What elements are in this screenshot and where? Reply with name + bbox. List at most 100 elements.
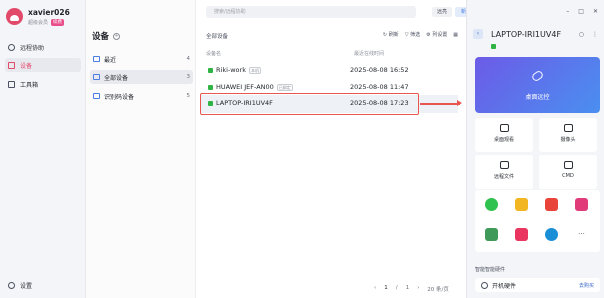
wechat-icon[interactable] bbox=[485, 198, 498, 211]
left-nav: xavier026 超级会员 续费 远程协助 设备 工具箱 设置 bbox=[0, 0, 86, 298]
list-header: 全部设备 bbox=[206, 34, 229, 40]
more-menu-icon[interactable]: ⋮ bbox=[592, 31, 598, 38]
col-header-time: 最近在线时间 bbox=[354, 51, 385, 57]
page-separator: / bbox=[395, 285, 398, 291]
groups-title-text: 设备 bbox=[92, 32, 110, 42]
group-item-code[interactable]: 识别码设备 5 bbox=[90, 89, 193, 103]
columns-icon: ⚙ bbox=[426, 31, 431, 38]
eye-icon bbox=[499, 124, 509, 132]
nav-item-settings[interactable]: 设置 bbox=[5, 278, 81, 292]
window-controls: – □ ✕ bbox=[566, 8, 598, 15]
add-group-icon[interactable]: + bbox=[113, 32, 121, 40]
nav-item-devices[interactable]: 设备 bbox=[5, 58, 81, 72]
monitor-icon bbox=[93, 56, 100, 62]
total-pages: 1 bbox=[405, 285, 410, 291]
file-icon bbox=[499, 161, 509, 169]
connect-icon bbox=[8, 43, 15, 51]
grid-view-icon[interactable]: ▦ bbox=[453, 31, 458, 38]
minimize-icon[interactable]: – bbox=[566, 8, 569, 15]
folder-icon[interactable] bbox=[515, 198, 528, 211]
list-toolbar: ↻ 刷新 ▽ 筛选 ⚙ 列设置 ▦ bbox=[382, 31, 458, 39]
columns-button[interactable]: ⚙ 列设置 bbox=[426, 31, 448, 39]
current-page: 1 bbox=[384, 285, 388, 291]
id-card-icon bbox=[93, 93, 100, 99]
filter-button[interactable]: ▽ 筛选 bbox=[404, 31, 421, 39]
terminal-icon bbox=[563, 161, 573, 169]
filter-icon: ▽ bbox=[404, 31, 409, 38]
chevron-left-icon: ‹ bbox=[476, 30, 480, 37]
refresh-icon: ↻ bbox=[382, 31, 388, 38]
tile-cmd[interactable]: CMD bbox=[539, 155, 597, 189]
arrow-annotation bbox=[420, 100, 462, 106]
hardware-label: 开机硬件 bbox=[492, 282, 517, 290]
bookmark-icon[interactable] bbox=[515, 228, 528, 241]
group-label: 全部设备 bbox=[104, 74, 129, 82]
tile-label: CMD bbox=[562, 173, 574, 179]
toggle-remote[interactable]: 远亮 bbox=[432, 7, 452, 17]
close-icon[interactable]: ✕ bbox=[593, 8, 598, 15]
device-list-panel: 搜索/远程协助 远亮 新版 全部设备 ↻ 刷新 ▽ 筛选 ⚙ 列设置 ▦ 设备名… bbox=[196, 0, 477, 298]
avatar[interactable] bbox=[6, 8, 23, 25]
hardware-row[interactable]: 开机硬件 去购买 bbox=[475, 278, 600, 292]
refresh-label: 刷新 bbox=[388, 32, 399, 38]
link-icon bbox=[530, 69, 545, 83]
col-header-name: 设备名 bbox=[206, 51, 222, 57]
device-name: HUAWEI JEF-AN00 已绑定 bbox=[216, 83, 293, 91]
group-item-recent[interactable]: 最近 4 bbox=[90, 52, 193, 66]
toolbox-icon bbox=[8, 80, 15, 88]
hardware-section-title: 智能智能硬件 bbox=[475, 267, 506, 273]
monitor-icon bbox=[93, 74, 100, 80]
group-label: 最近 bbox=[104, 56, 117, 64]
maximize-icon[interactable]: □ bbox=[578, 8, 584, 15]
pen-icon[interactable] bbox=[575, 198, 588, 211]
group-label: 识别码设备 bbox=[104, 93, 135, 101]
remote-desktop-button[interactable]: 桌面远控 bbox=[475, 57, 600, 113]
tile-label: 桌面观看 bbox=[493, 137, 514, 143]
filter-label: 筛选 bbox=[410, 32, 421, 38]
device-time: 2025-08-08 11:47 bbox=[350, 83, 409, 91]
settings-icon[interactable]: ○ bbox=[579, 31, 584, 38]
nav-item-toolbox[interactable]: 工具箱 bbox=[5, 77, 81, 91]
detail-header: ‹ LAPTOP-IRI1UV4F bbox=[473, 29, 561, 39]
device-groups-panel: 设备 + 最近 4 全部设备 3 识别码设备 5 bbox=[86, 0, 196, 298]
prev-page-icon[interactable]: ‹ bbox=[374, 285, 376, 293]
tile-remote-files[interactable]: 远程文件 bbox=[475, 155, 533, 189]
tile-label: 摄像头 bbox=[560, 137, 576, 143]
box-icon[interactable] bbox=[485, 228, 498, 241]
columns-label: 列设置 bbox=[432, 32, 448, 38]
search-input[interactable]: 搜索/远程协助 bbox=[206, 6, 416, 18]
profile-info: xavier026 超级会员 续费 bbox=[28, 8, 70, 26]
device-detail-panel: – □ ✕ ‹ LAPTOP-IRI1UV4F ○ ⋮ 桌面远控 桌面观看 摄像… bbox=[466, 0, 604, 298]
groups-title: 设备 + bbox=[92, 30, 121, 42]
nav-item-label: 设置 bbox=[20, 282, 33, 290]
group-item-all[interactable]: 全部设备 3 bbox=[90, 70, 193, 84]
buy-hardware-link[interactable]: 去购买 bbox=[579, 282, 594, 289]
edge-icon[interactable] bbox=[545, 228, 558, 241]
table-row[interactable]: Riki-work 本机 2025-08-08 16:52 bbox=[200, 62, 458, 80]
remote-desktop-label: 桌面远控 bbox=[525, 94, 550, 101]
tile-desktop-view[interactable]: 桌面观看 bbox=[475, 118, 533, 152]
member-meta: 超级会员 续费 bbox=[28, 19, 70, 26]
refresh-button[interactable]: ↻ 刷新 bbox=[382, 31, 399, 39]
nav-item-remote-assist[interactable]: 远程协助 bbox=[5, 40, 81, 54]
wps-icon[interactable] bbox=[545, 198, 558, 211]
back-button[interactable]: ‹ bbox=[473, 29, 483, 39]
camera-icon bbox=[563, 124, 573, 132]
renew-badge[interactable]: 续费 bbox=[51, 19, 65, 26]
group-count: 4 bbox=[186, 56, 191, 62]
user-profile[interactable]: xavier026 超级会员 续费 bbox=[6, 8, 70, 26]
online-status-icon bbox=[208, 85, 213, 90]
gear-icon bbox=[8, 281, 15, 289]
more-icon[interactable]: ··· bbox=[575, 228, 588, 241]
group-count: 5 bbox=[186, 93, 191, 99]
power-icon bbox=[481, 281, 488, 289]
tile-camera[interactable]: 摄像头 bbox=[539, 118, 597, 152]
group-count: 3 bbox=[186, 74, 191, 80]
device-icon bbox=[8, 61, 15, 69]
selection-highlight-box bbox=[200, 93, 419, 115]
nav-item-label: 工具箱 bbox=[20, 81, 39, 89]
next-page-icon[interactable]: › bbox=[417, 285, 419, 293]
nav-item-label: 设备 bbox=[20, 62, 33, 70]
member-label: 超级会员 bbox=[28, 20, 49, 26]
page-size-select[interactable]: 20 条/页 bbox=[427, 285, 449, 293]
